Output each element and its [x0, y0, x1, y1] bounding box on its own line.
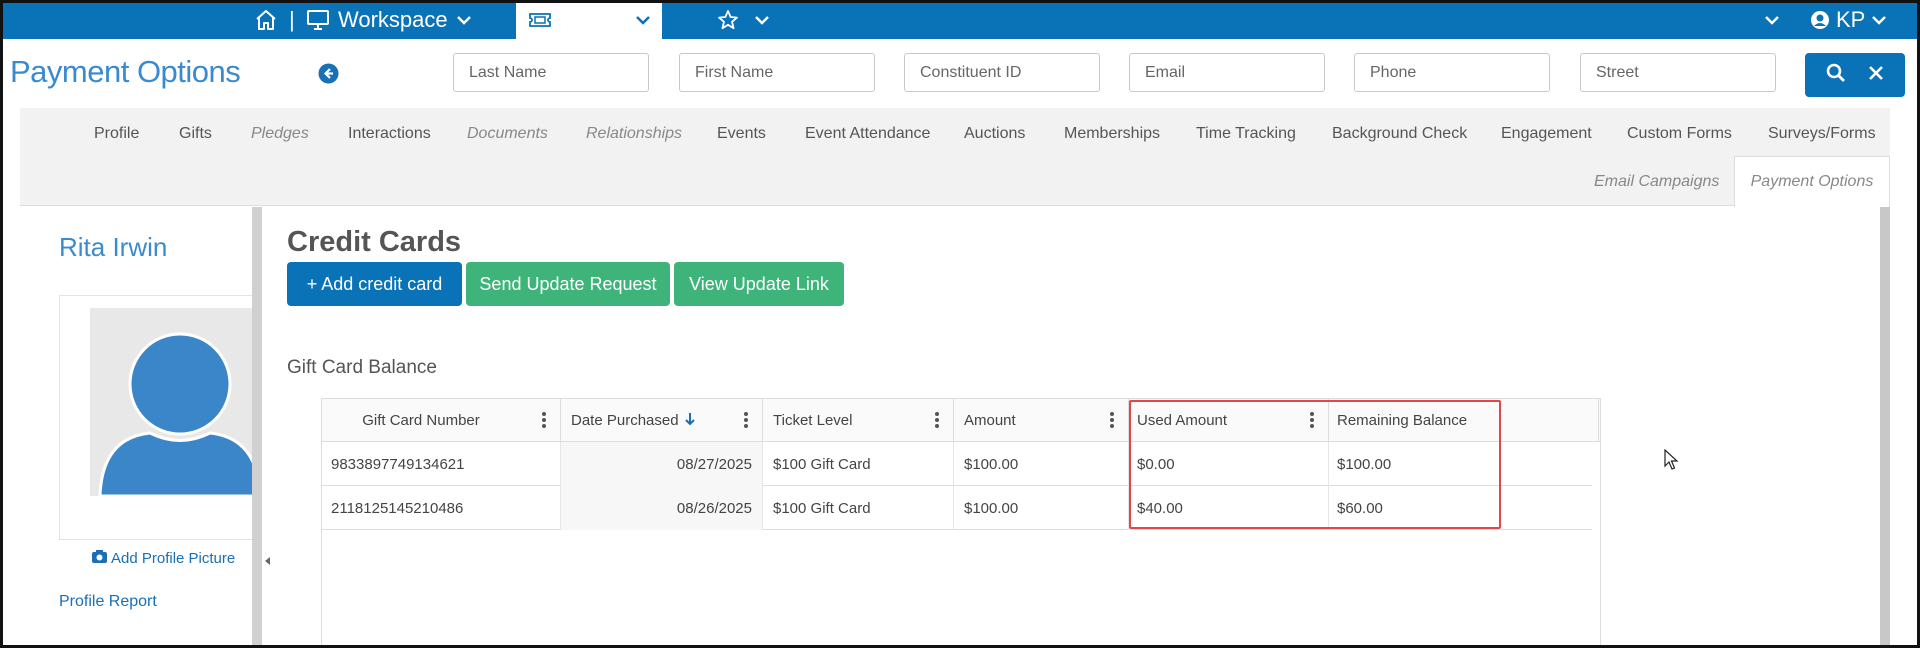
back-arrow-icon[interactable]: [318, 63, 339, 84]
add-profile-picture-label: Add Profile Picture: [111, 550, 236, 567]
events-label: Events: [560, 6, 628, 32]
star-icon: [716, 9, 740, 31]
tab-pledges[interactable]: Pledges: [251, 125, 309, 143]
credit-cards-heading: Credit Cards: [287, 226, 462, 258]
tab-relationships[interactable]: Relationships: [586, 125, 682, 143]
favorites-menu[interactable]: [716, 0, 770, 39]
user-menu[interactable]: KP: [1810, 0, 1887, 39]
column-menu-icon[interactable]: [935, 411, 939, 433]
column-menu-icon[interactable]: [542, 411, 546, 433]
chevron-down-icon: [1871, 14, 1887, 26]
camera-icon: [92, 550, 107, 567]
cell-date-purchased: 08/27/2025: [561, 442, 763, 486]
first-name-input[interactable]: [679, 53, 875, 92]
cell-ticket-level: $100 Gift Card: [763, 442, 954, 486]
cell-amount: $100.00: [954, 486, 1129, 530]
top-nav-bar: | Workspace Events KP: [0, 0, 1920, 39]
more-menu-chevron-icon[interactable]: [1764, 0, 1780, 39]
search-icon[interactable]: [1826, 63, 1846, 88]
column-header-date-purchased[interactable]: Date Purchased: [561, 399, 763, 442]
workspace-menu[interactable]: Workspace: [306, 0, 472, 39]
clear-search-close-icon[interactable]: [1868, 65, 1884, 86]
column-label: Date Purchased: [571, 412, 679, 429]
cell-ticket-level: $100 Gift Card: [763, 486, 954, 530]
column-header-amount[interactable]: Amount: [954, 399, 1129, 442]
chevron-down-icon: [635, 14, 651, 26]
vertical-scrollbar[interactable]: [1880, 207, 1890, 648]
mouse-cursor-icon: [1664, 448, 1680, 476]
last-name-input[interactable]: [453, 53, 649, 92]
column-header-gift-card-number[interactable]: Gift Card Number: [322, 399, 561, 442]
column-header-ticket-level[interactable]: Ticket Level: [763, 399, 954, 442]
profile-tab-bar: [20, 108, 1890, 206]
nav-separator: |: [289, 6, 295, 32]
profile-name: Rita Irwin: [59, 232, 168, 262]
tab-profile[interactable]: Profile: [94, 125, 139, 143]
tab-interactions[interactable]: Interactions: [348, 125, 431, 143]
workspace-label: Workspace: [338, 6, 448, 32]
add-credit-card-button[interactable]: + Add credit card: [287, 262, 462, 306]
tab-memberships[interactable]: Memberships: [1064, 125, 1160, 143]
email-input[interactable]: [1129, 53, 1325, 92]
ticket-icon: [528, 11, 552, 29]
collapse-arrow-icon[interactable]: [265, 557, 270, 565]
sort-down-arrow-icon: [684, 412, 695, 430]
tab-documents[interactable]: Documents: [467, 125, 548, 143]
home-icon[interactable]: [254, 0, 278, 39]
cell-date-purchased: 08/26/2025: [561, 486, 763, 530]
tab-background-check[interactable]: Background Check: [1332, 125, 1467, 143]
events-menu[interactable]: Events: [516, 0, 662, 39]
send-update-request-button[interactable]: Send Update Request: [466, 262, 670, 306]
tab-auctions[interactable]: Auctions: [964, 125, 1025, 143]
cell-gift-card-number: 9833897749134621: [322, 442, 561, 486]
street-input[interactable]: [1580, 53, 1776, 92]
page-title: Payment Options: [10, 54, 241, 89]
view-update-link-button[interactable]: View Update Link: [674, 262, 844, 306]
tab-email-campaigns[interactable]: Email Campaigns: [1594, 173, 1719, 191]
panel-splitter[interactable]: [252, 207, 262, 648]
column-label: Gift Card Number: [362, 412, 480, 429]
tab-surveys-forms[interactable]: Surveys/Forms: [1768, 125, 1876, 143]
column-menu-icon[interactable]: [1110, 411, 1114, 433]
chevron-down-icon: [456, 14, 472, 26]
tab-engagement[interactable]: Engagement: [1501, 125, 1592, 143]
avatar: [90, 308, 253, 496]
gift-card-balance-heading: Gift Card Balance: [287, 357, 437, 378]
profile-report-link[interactable]: Profile Report: [59, 593, 157, 611]
tab-time-tracking[interactable]: Time Tracking: [1196, 125, 1296, 143]
add-profile-picture-link[interactable]: Add Profile Picture: [92, 550, 235, 567]
tab-custom-forms[interactable]: Custom Forms: [1627, 125, 1732, 143]
user-initials: KP: [1836, 6, 1866, 32]
cell-amount: $100.00: [954, 442, 1129, 486]
column-label: Amount: [964, 412, 1016, 429]
tab-event-attendance[interactable]: Event Attendance: [805, 125, 930, 143]
column-label: Ticket Level: [773, 412, 853, 429]
tab-payment-options[interactable]: Payment Options: [1734, 156, 1890, 207]
cell-gift-card-number: 2118125145210486: [322, 486, 561, 530]
phone-input[interactable]: [1354, 53, 1550, 92]
annotation-highlight-box: [1129, 400, 1501, 529]
monitor-icon: [306, 9, 330, 31]
tab-events[interactable]: Events: [717, 125, 766, 143]
constituent-id-input[interactable]: [904, 53, 1100, 92]
user-circle-icon: [1810, 10, 1830, 30]
tab-gifts[interactable]: Gifts: [179, 125, 212, 143]
column-menu-icon[interactable]: [744, 411, 748, 433]
chevron-down-icon: [754, 14, 770, 26]
search-actions: [1805, 53, 1905, 97]
